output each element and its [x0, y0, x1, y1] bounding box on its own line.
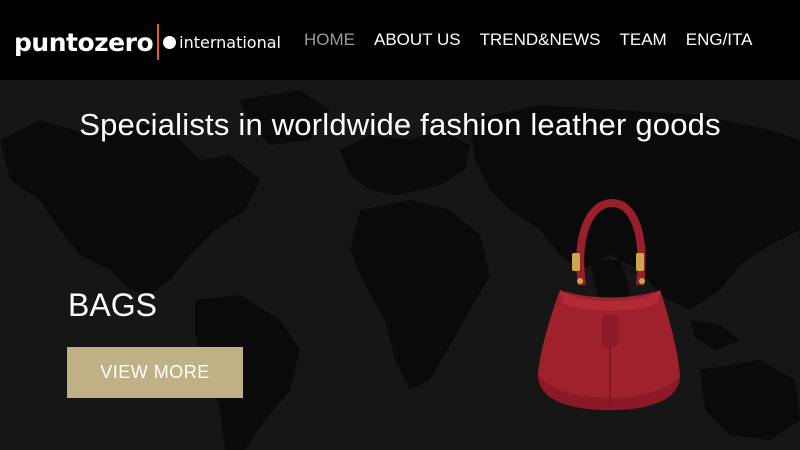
- nav-about-us[interactable]: ABOUT US: [374, 30, 461, 50]
- hero-banner: Specialists in worldwide fashion leather…: [0, 80, 800, 450]
- nav-trend-news[interactable]: TREND&NEWS: [480, 30, 601, 50]
- nav-team[interactable]: TEAM: [620, 30, 667, 50]
- site-header: puntozero international HOME ABOUT US TR…: [0, 0, 800, 80]
- logo[interactable]: puntozero international: [14, 24, 281, 60]
- bag-hardware: [636, 253, 644, 271]
- logo-subtitle: international: [179, 32, 281, 52]
- hero-headline: Specialists in worldwide fashion leather…: [79, 107, 721, 142]
- logo-wordmark: puntozero: [14, 27, 154, 57]
- logo-dot-icon: [163, 35, 177, 49]
- main-nav: HOME ABOUT US TREND&NEWS TEAM ENG/ITA: [304, 28, 771, 52]
- view-more-button[interactable]: VIEW MORE: [67, 347, 243, 398]
- section-title: BAGS: [68, 287, 157, 323]
- bag-hardware: [572, 253, 580, 271]
- nav-home[interactable]: HOME: [304, 30, 355, 50]
- red-bucket-bag-image[interactable]: [520, 195, 700, 420]
- logo-divider: [157, 24, 160, 60]
- nav-language-toggle[interactable]: ENG/ITA: [686, 30, 753, 50]
